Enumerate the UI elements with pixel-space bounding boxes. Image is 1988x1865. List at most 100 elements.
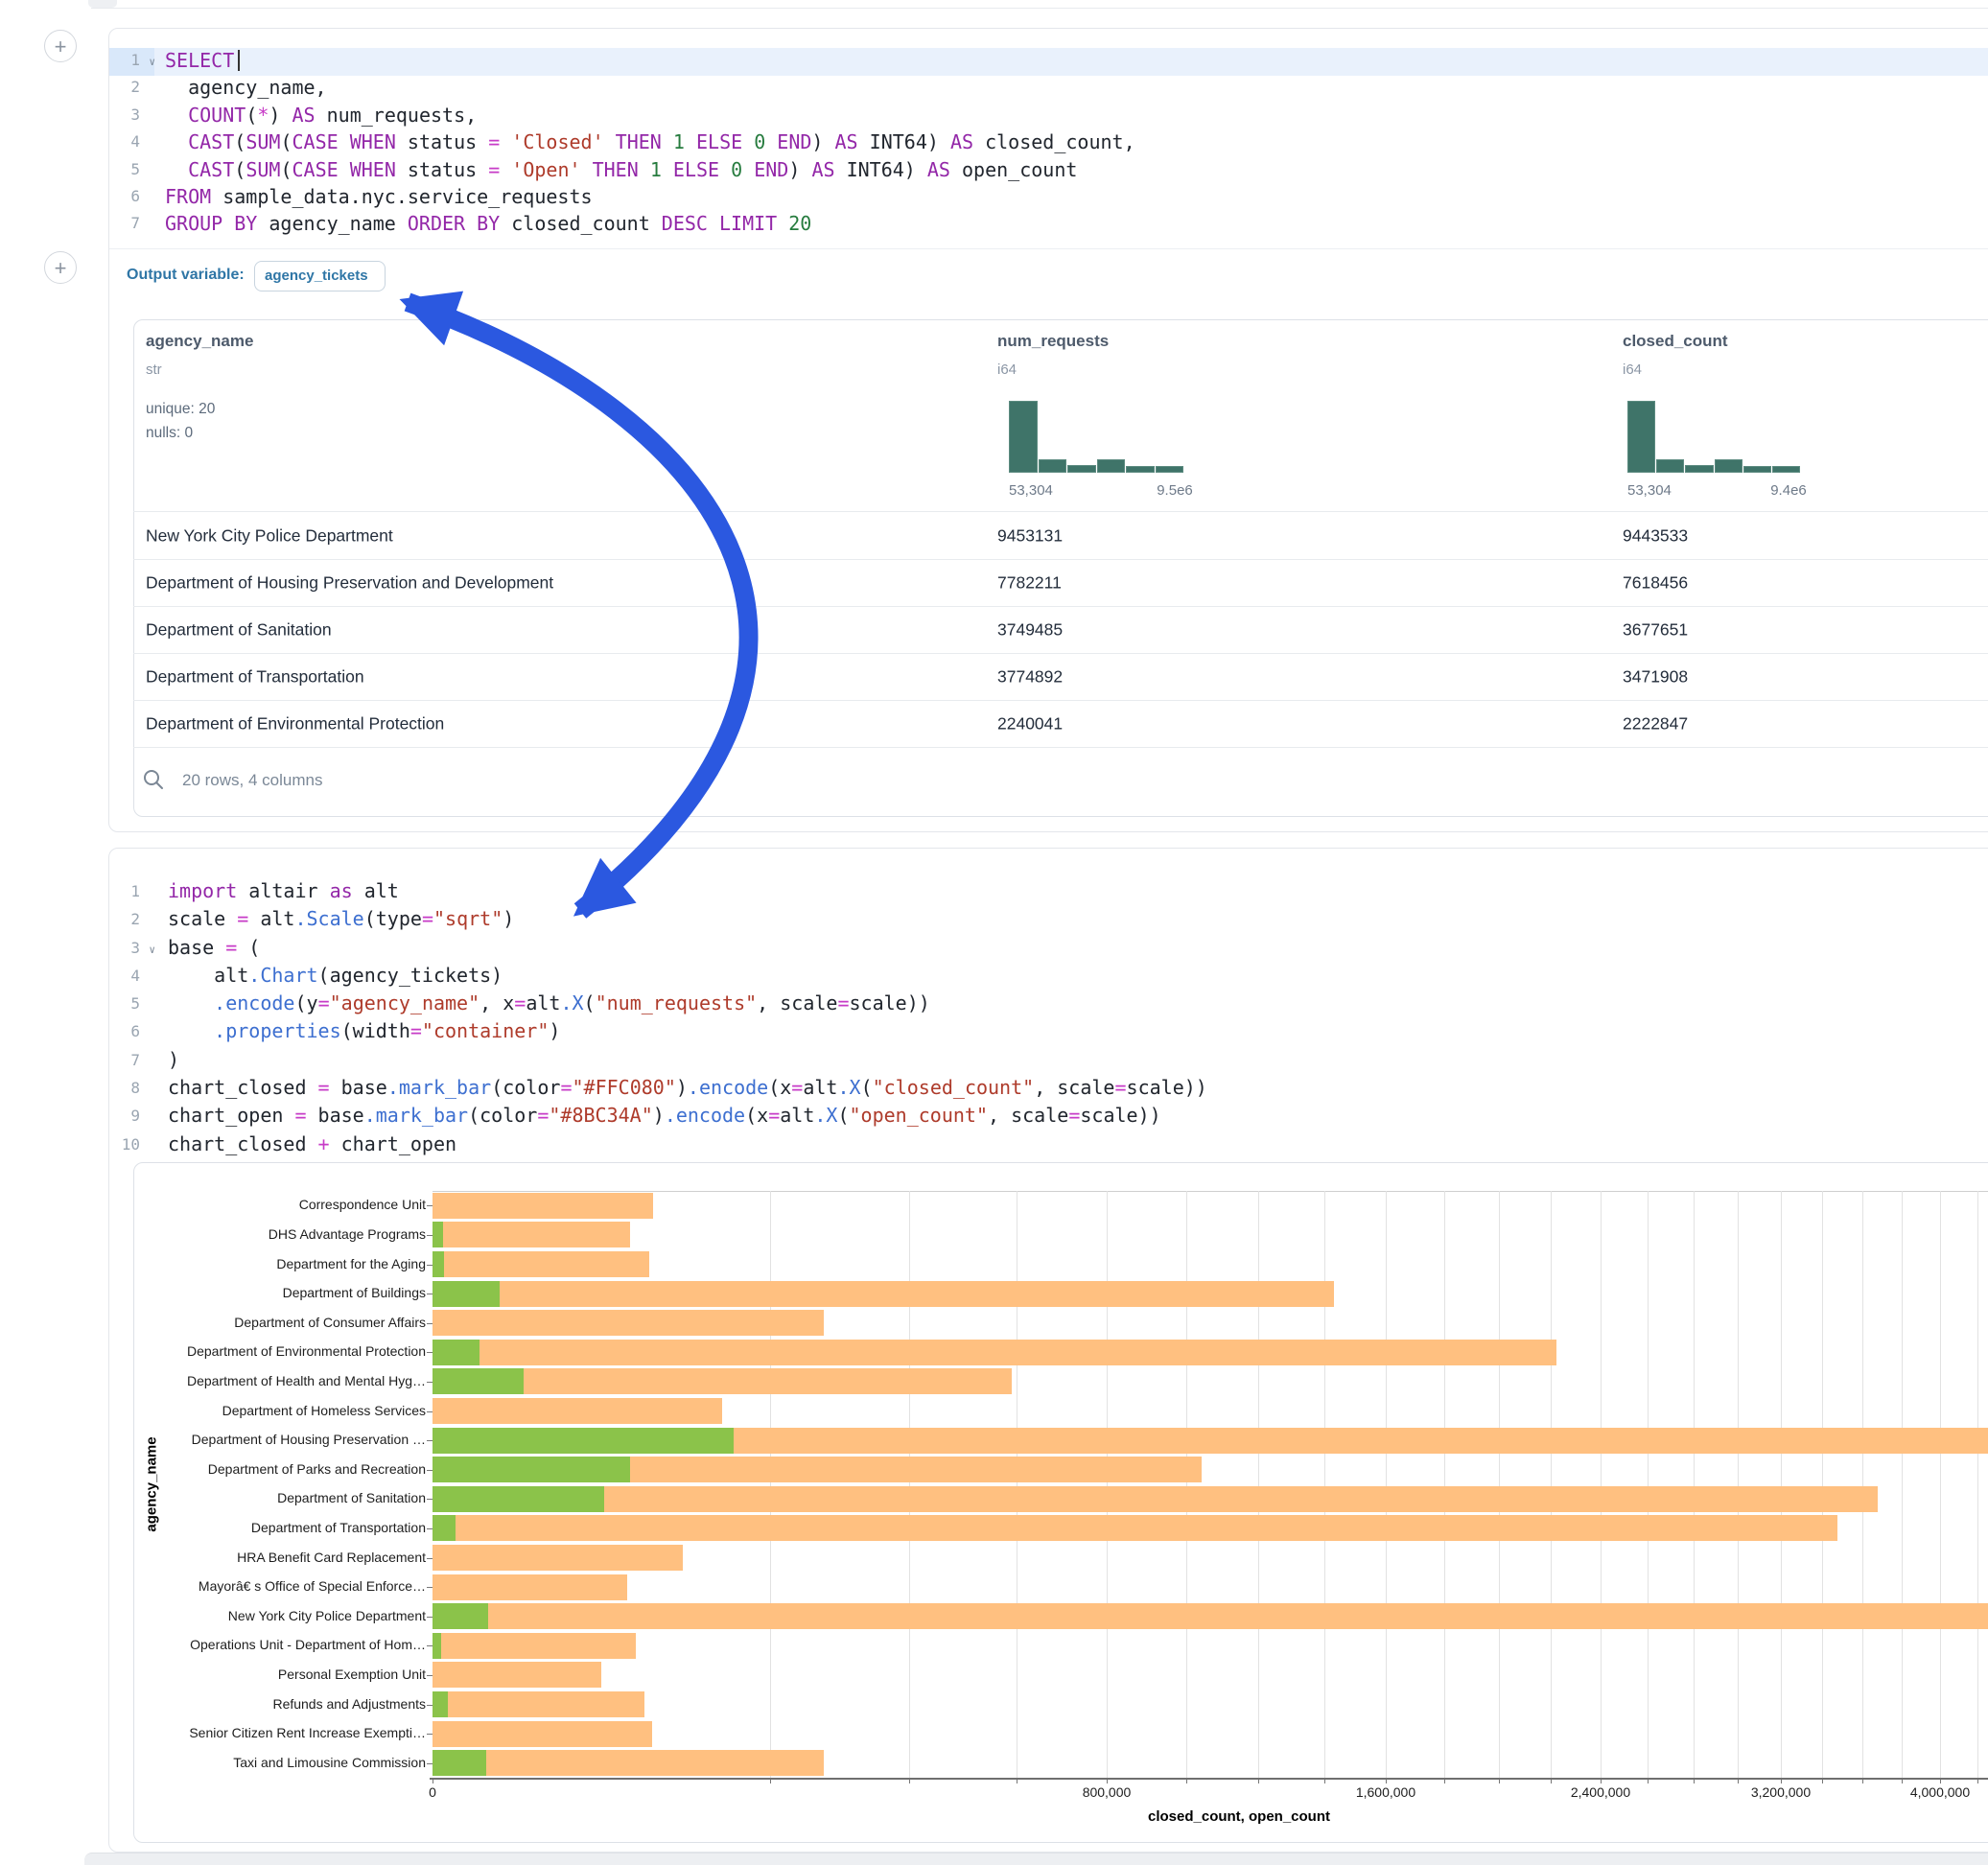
y-axis-tick [427, 1528, 433, 1529]
fold-chevron-icon[interactable]: ∨ [149, 936, 155, 964]
gridline [1324, 1191, 1325, 1778]
code-line[interactable]: GROUP BY agency_name ORDER BY closed_cou… [165, 210, 1135, 237]
y-axis-label: Department of Health and Mental Hyg… [109, 1373, 426, 1388]
table-cell-num_requests: 3774892 [997, 666, 1063, 687]
histogram-bar [1156, 466, 1184, 473]
table-cell-num_requests: 7782211 [997, 572, 1062, 593]
bar-open-count [433, 1633, 441, 1659]
bar-closed-count [433, 1662, 601, 1688]
y-axis-label: Personal Exemption Unit [109, 1667, 426, 1682]
y-axis-tick [427, 1470, 433, 1471]
python-editor[interactable]: import altair as altscale = alt.Scale(ty… [168, 877, 1207, 1158]
y-axis-tick [427, 1675, 433, 1676]
gridline [1107, 1191, 1108, 1778]
code-line[interactable]: CAST(SUM(CASE WHEN status = 'Closed' THE… [165, 128, 1135, 155]
bar-chart-plot [433, 1191, 1988, 1778]
gridline [1862, 1191, 1863, 1778]
gridline [1258, 1191, 1259, 1778]
y-axis-tick [427, 1382, 433, 1383]
text-cursor [238, 50, 240, 71]
y-axis-label: HRA Benefit Card Replacement [109, 1550, 426, 1565]
histogram-bar [1715, 459, 1742, 473]
code-line[interactable]: ) [168, 1046, 1207, 1074]
add-cell-button[interactable]: + [44, 251, 77, 284]
table-row[interactable]: New York City Police Department945313194… [133, 512, 1988, 560]
column-stat-unique: unique: 20 [146, 401, 215, 418]
table-row[interactable]: Department of Transportation377489234719… [133, 653, 1988, 701]
y-axis-label: New York City Police Department [109, 1608, 426, 1623]
y-axis-tick [427, 1763, 433, 1764]
code-line[interactable]: CAST(SUM(CASE WHEN status = 'Open' THEN … [165, 156, 1135, 183]
column-type: str [146, 361, 162, 378]
histogram-bar [1772, 466, 1800, 473]
table-cell-closed_count: 2222847 [1623, 713, 1688, 734]
line-number: 7 [108, 1046, 153, 1074]
code-line[interactable]: import altair as alt [168, 877, 1207, 905]
y-axis-tick [427, 1705, 433, 1706]
bar-open-count [433, 1340, 479, 1365]
bar-closed-count [433, 1603, 1988, 1629]
histogram-bar [1627, 401, 1655, 473]
gridline [1977, 1191, 1978, 1778]
search-icon[interactable] [142, 768, 165, 791]
code-line[interactable]: chart_closed + chart_open [168, 1131, 1207, 1158]
x-axis-label: 0 [365, 1784, 500, 1800]
histogram-min-label: 53,304 [1009, 482, 1053, 499]
line-number: 4 [108, 962, 153, 990]
output-variable-pill[interactable]: agency_tickets [254, 261, 386, 291]
code-line[interactable]: .encode(y="agency_name", x=alt.X("num_re… [168, 990, 1207, 1017]
x-axis-label: 2,400,000 [1533, 1784, 1668, 1800]
bar-open-count [433, 1281, 500, 1307]
table-cell-num_requests: 3749485 [997, 619, 1063, 640]
y-axis-label: Refunds and Adjustments [109, 1696, 426, 1712]
table-row[interactable]: Department of Housing Preservation and D… [133, 559, 1988, 607]
line-number: 10 [108, 1131, 153, 1158]
histogram-bar [1067, 465, 1096, 473]
column-type: i64 [997, 361, 1017, 378]
y-axis-label: Department for the Aging [109, 1256, 426, 1271]
code-line[interactable]: base = ( [168, 934, 1207, 962]
add-cell-button[interactable]: + [44, 30, 77, 62]
histogram-bar [1039, 459, 1067, 473]
bar-closed-count [433, 1398, 722, 1424]
fold-chevron-icon[interactable]: ∨ [149, 49, 155, 76]
code-line[interactable]: chart_open = base.mark_bar(color="#8BC34… [168, 1102, 1207, 1130]
x-axis-label: 4,000,000 [1873, 1784, 1988, 1800]
gridline [770, 1191, 771, 1778]
y-axis-tick [427, 1323, 433, 1324]
code-line[interactable]: chart_closed = base.mark_bar(color="#FFC… [168, 1074, 1207, 1102]
code-line[interactable]: scale = alt.Scale(type="sqrt") [168, 905, 1207, 933]
table-row[interactable]: Department of Environmental Protection22… [133, 700, 1988, 748]
gridline [1940, 1191, 1941, 1778]
next-cell-collapsed-bar[interactable] [84, 1853, 1988, 1865]
y-axis-tick [427, 1352, 433, 1353]
line-number: 3∨ [108, 934, 153, 962]
column-header[interactable]: closed_count [1623, 332, 1728, 351]
gridline [1444, 1191, 1445, 1778]
histogram-bar [1656, 459, 1684, 473]
bar-open-count [433, 1750, 486, 1776]
sql-editor[interactable]: SELECT agency_name, COUNT(*) AS num_requ… [165, 47, 1135, 238]
table-row[interactable]: Department of Sanitation37494853677651 [133, 606, 1988, 654]
column-header[interactable]: agency_name [146, 332, 253, 351]
table-cell-closed_count: 7618456 [1623, 572, 1688, 593]
code-line[interactable]: COUNT(*) AS num_requests, [165, 102, 1135, 128]
bar-closed-count [433, 1340, 1556, 1365]
code-line[interactable]: agency_name, [165, 74, 1135, 101]
python-line-numbers: 123∨45678910 [108, 877, 153, 1158]
code-line[interactable]: SELECT [165, 47, 1135, 74]
bar-open-count [433, 1428, 734, 1454]
line-number: 9 [108, 1102, 153, 1130]
bar-open-count [433, 1603, 488, 1629]
code-line[interactable]: .properties(width="container") [168, 1017, 1207, 1045]
bar-open-count [433, 1251, 444, 1277]
code-line[interactable]: FROM sample_data.nyc.service_requests [165, 183, 1135, 210]
line-number: 3 [108, 102, 153, 128]
previous-cell-edge [88, 0, 117, 8]
cell-divider [91, 8, 1988, 9]
column-header[interactable]: num_requests [997, 332, 1109, 351]
histogram-bar [1685, 465, 1713, 473]
x-axis-label: 1,600,000 [1319, 1784, 1453, 1800]
code-line[interactable]: alt.Chart(agency_tickets) [168, 962, 1207, 990]
y-axis-tick [427, 1558, 433, 1559]
